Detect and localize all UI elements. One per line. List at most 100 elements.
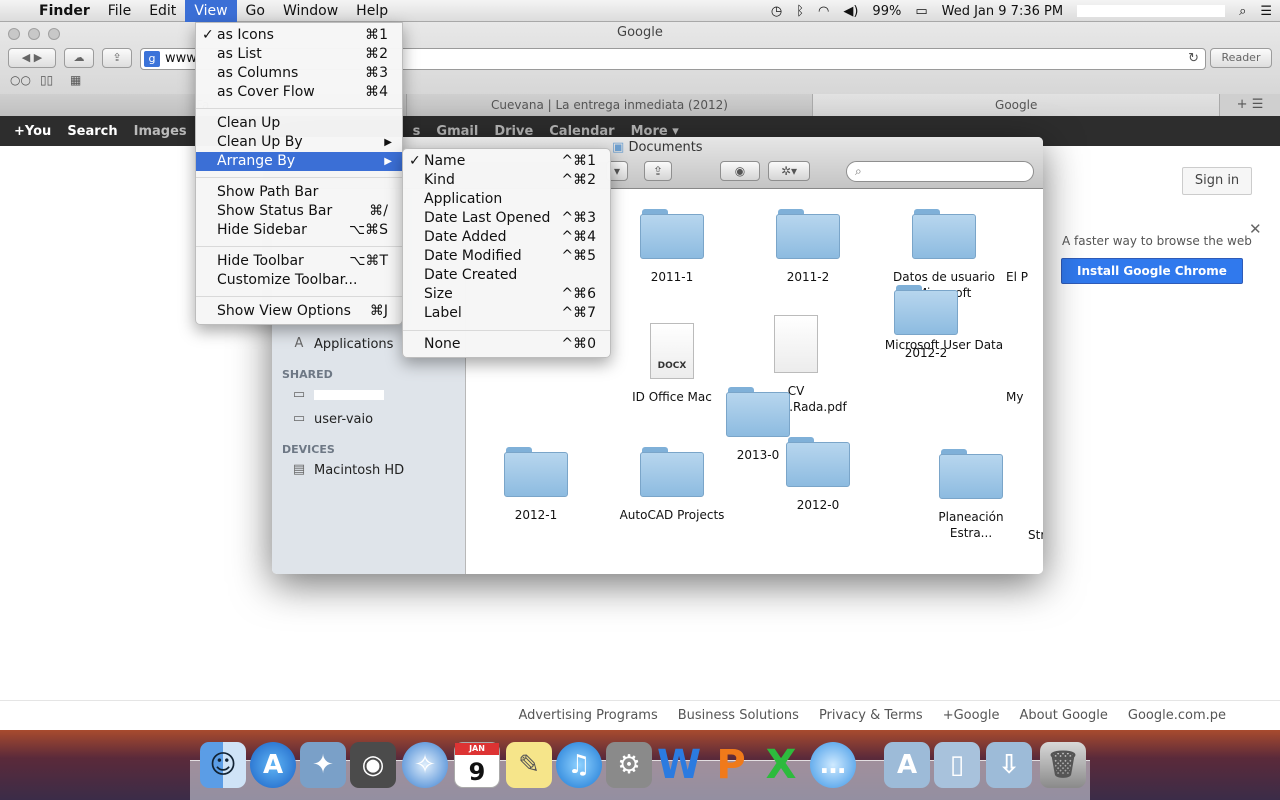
footer-link[interactable]: Advertising Programs [518, 708, 657, 723]
folder-item[interactable]: El P [1006, 269, 1043, 285]
arrange-item-none[interactable]: None ^⌘0 [403, 335, 610, 354]
battery-icon[interactable]: ▭ [915, 4, 927, 19]
menu-item-customize-toolbar[interactable]: Customize Toolbar... [196, 271, 402, 290]
stickies-icon[interactable]: ✎ [506, 742, 552, 788]
finder-icon[interactable]: ☺ [200, 742, 246, 788]
footer-link[interactable]: Business Solutions [678, 708, 799, 723]
battery-percent[interactable]: 99% [872, 4, 901, 19]
clock[interactable]: Wed Jan 9 7:36 PM [942, 4, 1063, 19]
documents-stack-icon[interactable]: ▯ [934, 742, 980, 788]
arrange-item-label[interactable]: Label ^⌘7 [403, 304, 610, 323]
itunes-icon[interactable]: ♫ [556, 742, 602, 788]
footer-link[interactable]: About Google [1019, 708, 1107, 723]
share-icon[interactable]: ⇪ [102, 48, 132, 68]
applications-stack-icon[interactable]: A [884, 742, 930, 788]
quick-look-icon[interactable]: ◉ [720, 161, 760, 181]
menu-file[interactable]: File [99, 0, 140, 22]
menu-item-hide-sidebar[interactable]: Hide Sidebar ⌥⌘S [196, 221, 402, 240]
preview-icon[interactable]: ✦ [300, 742, 346, 788]
menu-window[interactable]: Window [274, 0, 347, 22]
user-name-redacted[interactable] [1077, 5, 1226, 17]
new-tab-icon[interactable]: + ☰ [1220, 94, 1280, 116]
messages-icon[interactable]: … [810, 742, 856, 788]
bookmarks-icon[interactable]: ▯▯ [40, 73, 53, 87]
volume-icon[interactable]: ◀) [843, 4, 858, 19]
menu-item-clean-up[interactable]: Clean Up [196, 114, 402, 133]
folder-item[interactable]: Microsoft User Data [884, 337, 1004, 353]
arrange-item-name[interactable]: ✓ Name ^⌘1 [403, 152, 610, 171]
close-window-icon[interactable] [8, 28, 20, 40]
menu-item-as-columns[interactable]: as Columns ⌘3 [196, 64, 402, 83]
calendar-icon[interactable]: JAN 9 [454, 742, 500, 788]
system-preferences-icon[interactable]: ⚙ [606, 742, 652, 788]
minimize-window-icon[interactable] [28, 28, 40, 40]
arrange-item-date-last-opened[interactable]: Date Last Opened ^⌘3 [403, 209, 610, 228]
sidebar-item-applications[interactable]: A Applications [290, 336, 394, 352]
wifi-icon[interactable]: ◠ [818, 4, 829, 19]
menu-item-as-icons[interactable]: ✓ as Icons ⌘1 [196, 26, 402, 45]
word-icon[interactable]: W [656, 742, 702, 788]
footer-link[interactable]: Google.com.pe [1128, 708, 1226, 723]
menu-help[interactable]: Help [347, 0, 397, 22]
safari-icon[interactable]: ✧ [402, 742, 448, 788]
google-bar-images[interactable]: Images [126, 124, 195, 139]
arrange-item-application[interactable]: Application [403, 190, 610, 209]
action-gear-icon[interactable]: ✲▾ [768, 161, 810, 181]
app-store-icon[interactable]: A [250, 742, 296, 788]
footer-link[interactable]: +Google [943, 708, 1000, 723]
folder-item[interactable]: AutoCAD Projects [612, 447, 732, 523]
facetime-icon[interactable]: ◉ [350, 742, 396, 788]
arrange-item-kind[interactable]: Kind ^⌘2 [403, 171, 610, 190]
folder-item[interactable]: 2011-1 [612, 209, 732, 285]
close-icon[interactable]: ✕ [1249, 220, 1262, 238]
top-sites-icon[interactable]: ▦ [70, 73, 81, 87]
menu-go[interactable]: Go [237, 0, 274, 22]
bluetooth-icon[interactable]: ᛒ [796, 4, 804, 19]
menu-item-as-cover-flow[interactable]: as Cover Flow ⌘4 [196, 83, 402, 102]
powerpoint-icon[interactable]: P [708, 742, 754, 788]
tab-cuevana[interactable]: Cuevana | La entrega inmediata (2012) [406, 94, 814, 116]
reload-icon[interactable]: ↻ [1188, 49, 1199, 69]
menu-item-show-view-options[interactable]: Show View Options ⌘J [196, 302, 402, 321]
google-bar-search[interactable]: Search [59, 124, 125, 139]
downloads-stack-icon[interactable]: ⇩ [986, 742, 1032, 788]
reader-button[interactable]: Reader [1210, 48, 1272, 68]
menu-finder[interactable]: Finder [30, 0, 99, 22]
folder-item[interactable]: 2012-1 [476, 447, 596, 523]
excel-icon[interactable]: X [758, 742, 804, 788]
arrange-item-date-modified[interactable]: Date Modified ^⌘5 [403, 247, 610, 266]
menu-view[interactable]: View [185, 0, 237, 22]
sidebar-item-user-vaio[interactable]: ▭ user-vaio [290, 411, 373, 427]
share-icon[interactable]: ⇪ [644, 161, 672, 181]
menu-item-clean-up-by[interactable]: Clean Up By ▶ [196, 133, 402, 152]
finder-search-input[interactable]: ⌕ [846, 161, 1034, 182]
install-chrome-button[interactable]: Install Google Chrome [1061, 258, 1243, 284]
folder-item[interactable]: 2011-2 [748, 209, 868, 285]
arrange-item-size[interactable]: Size ^⌘6 [403, 285, 610, 304]
icloud-tabs-icon[interactable]: ☁ [64, 48, 94, 68]
folder-item[interactable]: 2012-0 [758, 437, 878, 513]
google-bar-you[interactable]: +You [0, 124, 59, 139]
menu-edit[interactable]: Edit [140, 0, 185, 22]
trash-icon[interactable]: 🗑 [1040, 742, 1086, 788]
spotlight-icon[interactable]: ⌕ [1239, 4, 1246, 19]
menu-item-hide-toolbar[interactable]: Hide Toolbar ⌥⌘T [196, 252, 402, 271]
arrange-item-date-created[interactable]: Date Created [403, 266, 610, 285]
folder-item[interactable]: Planeación Estra... [916, 449, 1026, 541]
notification-center-icon[interactable]: ☰ [1260, 4, 1272, 19]
folder-item[interactable]: Str [1028, 527, 1043, 543]
folder-item[interactable]: My [1006, 389, 1043, 405]
menu-item-show-path-bar[interactable]: Show Path Bar [196, 183, 402, 202]
footer-link[interactable]: Privacy & Terms [819, 708, 923, 723]
sign-in-button[interactable]: Sign in [1182, 167, 1252, 195]
sidebar-item-shared-computer[interactable]: ▭ [290, 387, 384, 403]
sidebar-item-macintosh-hd[interactable]: ▤ Macintosh HD [290, 462, 404, 478]
reading-list-icon[interactable]: ○○ [10, 73, 31, 87]
tab-google[interactable]: Google [813, 94, 1221, 116]
menu-item-as-list[interactable]: as List ⌘2 [196, 45, 402, 64]
arrange-item-date-added[interactable]: Date Added ^⌘4 [403, 228, 610, 247]
back-forward-buttons[interactable]: ◀ ▶ [8, 48, 56, 68]
menu-item-show-status-bar[interactable]: Show Status Bar ⌘/ [196, 202, 402, 221]
time-machine-icon[interactable]: ◷ [771, 4, 782, 19]
menu-item-arrange-by[interactable]: Arrange By ▶ [196, 152, 402, 171]
